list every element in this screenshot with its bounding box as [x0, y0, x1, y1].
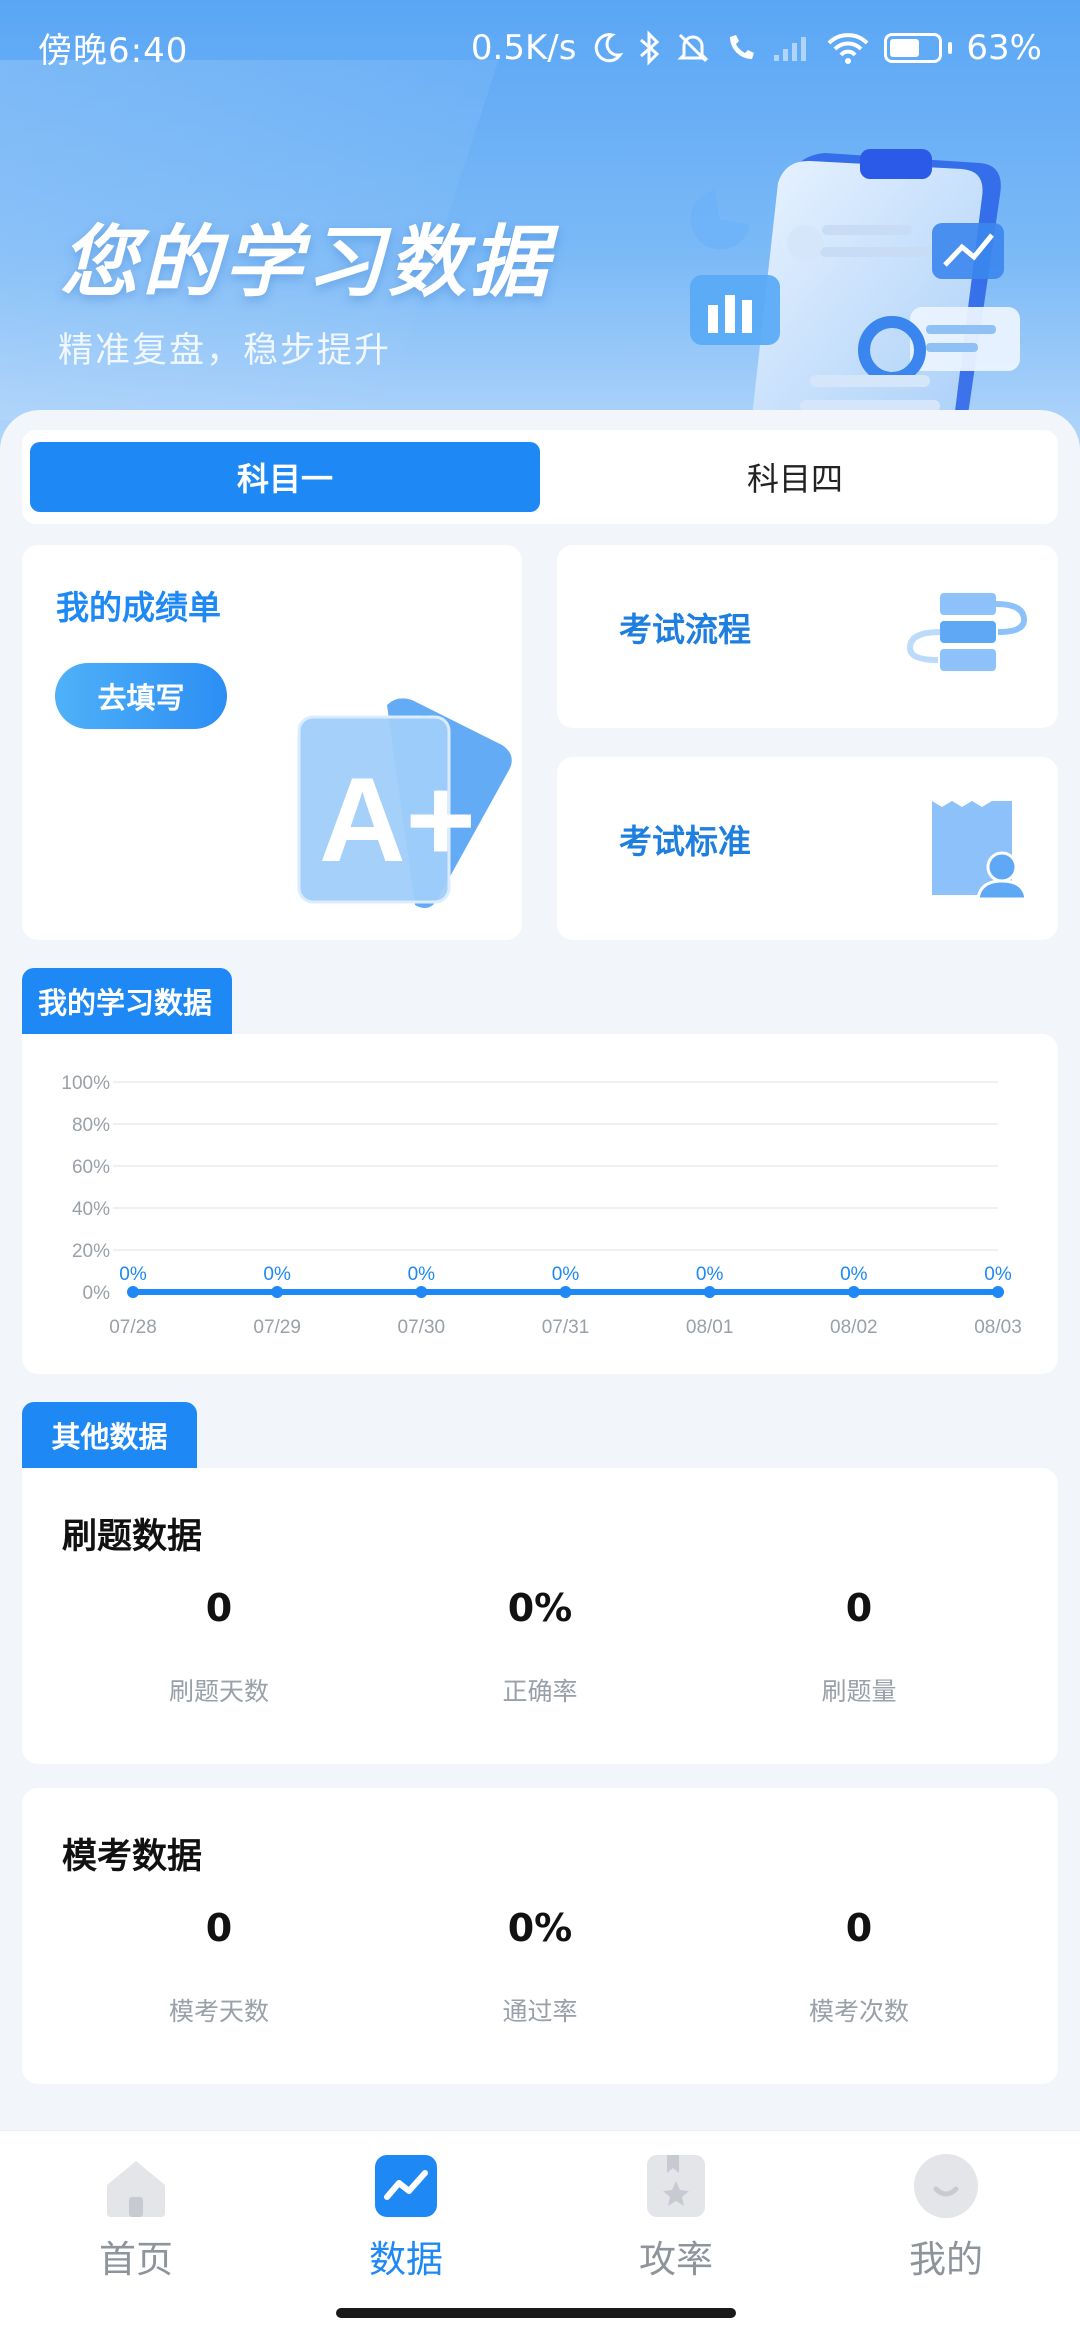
x-tick-label: 08/02	[830, 1317, 878, 1338]
stat-value: 0	[845, 1586, 873, 1630]
data-point	[415, 1286, 428, 1298]
stat-label: 通过率	[502, 1997, 578, 2026]
data-point	[271, 1286, 284, 1298]
bluetooth-icon	[640, 29, 660, 66]
tab-subject-one[interactable]: 科目一	[30, 442, 540, 512]
pass-rate-stat: 0% 通过率	[390, 1906, 690, 2028]
profile-icon	[914, 2154, 978, 2218]
hero-subtitle: 精准复盘，稳步提升	[58, 331, 392, 371]
svg-text:A+: A+	[319, 753, 476, 887]
exam-standard-label: 考试标准	[619, 822, 751, 861]
phone-analytics-illustration	[690, 149, 1020, 435]
nav-label: 数据	[369, 2238, 443, 2281]
grade-a-plus-icon: A+	[297, 698, 512, 909]
home-indicator	[336, 2308, 736, 2318]
nav-label: 首页	[99, 2238, 173, 2281]
practice-count-stat: 0 刷题量	[709, 1586, 1009, 1708]
mock-days-stat: 0 模考天数	[69, 1906, 369, 2028]
x-tick-label: 08/01	[686, 1317, 734, 1338]
data-label: 0%	[119, 1264, 147, 1285]
signal-icon	[774, 36, 807, 61]
practice-days-stat: 0 刷题天数	[69, 1586, 369, 1708]
practice-data-card: 刷题数据 0 刷题天数 0% 正确率 0 刷题量	[22, 1468, 1058, 1764]
document-person-icon	[932, 801, 1028, 901]
y-tick-label: 0%	[83, 1283, 111, 1304]
score-card-title: 我的成绩单	[56, 588, 221, 627]
bookmark-star-icon	[647, 2155, 705, 2217]
nav-label: 攻率	[639, 2238, 713, 2281]
y-tick-label: 100%	[61, 1073, 110, 1094]
stat-value: 0%	[507, 1586, 573, 1630]
data-point	[847, 1286, 860, 1298]
stat-value: 0	[205, 1586, 233, 1630]
battery-level: 63%	[966, 27, 1042, 68]
moon-icon	[595, 32, 624, 62]
mock-exam-data-card: 模考数据 0 模考天数 0% 通过率 0 模考次数	[22, 1788, 1058, 2084]
nav-home[interactable]: 首页	[36, 2151, 236, 2283]
home-icon	[107, 2161, 165, 2217]
x-tick-label: 07/28	[109, 1317, 157, 1338]
chart-icon	[375, 2155, 437, 2217]
subject-tabs: 科目一 科目四	[22, 430, 1058, 524]
status-bar: 傍晚6:40 0.5K/s 63%	[0, 0, 1080, 95]
call-forward-icon	[730, 34, 755, 59]
mute-bell-icon	[677, 33, 710, 62]
stat-value: 0%	[507, 1906, 573, 1950]
data-point	[992, 1286, 1004, 1298]
tab-subject-four[interactable]: 科目四	[540, 442, 1050, 512]
stat-value: 0	[845, 1906, 873, 1950]
data-label: 0%	[984, 1264, 1012, 1285]
y-tick-label: 20%	[72, 1241, 110, 1262]
stat-label: 刷题天数	[168, 1677, 269, 1706]
data-point	[559, 1286, 572, 1298]
data-label: 0%	[263, 1264, 291, 1285]
nav-label: 我的	[909, 2238, 983, 2281]
x-tick-label: 08/03	[974, 1317, 1022, 1338]
net-speed: 0.5K/s	[470, 27, 577, 68]
data-point	[127, 1286, 139, 1298]
stat-label: 模考天数	[168, 1997, 269, 2026]
practice-data-title: 刷题数据	[62, 1517, 203, 1557]
data-label: 0%	[552, 1264, 580, 1285]
nav-strategy[interactable]: 攻率	[576, 2151, 776, 2283]
y-tick-label: 40%	[72, 1199, 110, 1220]
flow-steps-icon	[906, 593, 1028, 671]
x-tick-label: 07/30	[398, 1317, 446, 1338]
hero-title: 您的学习数据	[60, 218, 553, 308]
score-card[interactable]: 我的成绩单 去填写 A+	[22, 545, 522, 940]
data-point	[703, 1286, 716, 1298]
mock-data-title: 模考数据	[62, 1837, 203, 1877]
x-tick-label: 07/29	[253, 1317, 301, 1338]
data-label: 0%	[696, 1264, 724, 1285]
study-line-chart: 0% 20% 40% 60% 80% 100% 0% 07/28 0% 07/29 0% 07/30 0…	[61, 1073, 1022, 1338]
data-label: 0%	[840, 1264, 868, 1285]
stat-label: 模考次数	[808, 1997, 909, 2026]
hero-banner: 傍晚6:40 0.5K/s 63% 您的学习数据 精准复盘，稳步提升	[0, 0, 1080, 470]
study-chart-card: 0% 20% 40% 60% 80% 100% 0% 07/28 0% 07/29 0% 07/30 0…	[22, 1034, 1058, 1374]
fill-in-button[interactable]: 去填写	[55, 663, 227, 729]
y-tick-label: 80%	[72, 1115, 110, 1136]
study-data-tag: 我的学习数据	[22, 968, 232, 1034]
battery-icon	[884, 32, 953, 63]
data-label: 0%	[408, 1264, 436, 1285]
y-tick-label: 60%	[72, 1157, 110, 1178]
accuracy-stat: 0% 正确率	[390, 1586, 690, 1708]
nav-profile[interactable]: 我的	[846, 2151, 1046, 2283]
status-time: 傍晚6:40	[38, 31, 189, 71]
stat-label: 正确率	[502, 1677, 578, 1706]
wifi-icon	[828, 32, 869, 64]
exam-standard-card[interactable]: 考试标准	[557, 757, 1058, 940]
mock-count-stat: 0 模考次数	[709, 1906, 1009, 2028]
x-tick-label: 07/31	[542, 1317, 590, 1338]
exam-flow-card[interactable]: 考试流程	[557, 545, 1058, 728]
stat-label: 刷题量	[821, 1677, 897, 1706]
nav-data[interactable]: 数据	[306, 2151, 506, 2283]
other-data-tag: 其他数据	[22, 1402, 197, 1468]
stat-value: 0	[205, 1906, 233, 1950]
exam-flow-label: 考试流程	[619, 610, 751, 649]
